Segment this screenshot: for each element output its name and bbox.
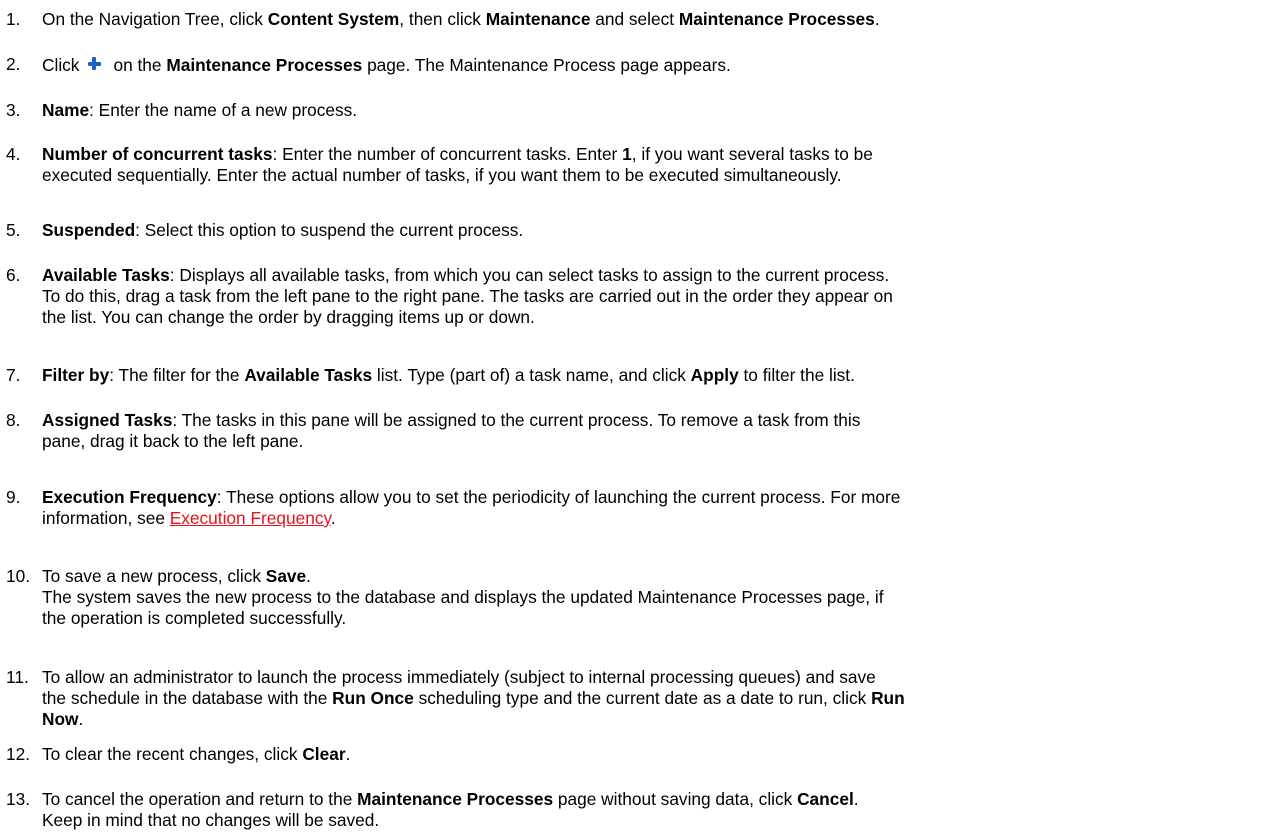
step-text: Suspended: Select this option to suspend…: [42, 220, 1267, 241]
bold-term: Assigned Tasks: [42, 410, 173, 430]
step-text-run: : Displays all available tasks, from whi…: [169, 265, 890, 285]
step-text: Assigned Tasks: The tasks in this pane w…: [42, 410, 1267, 452]
step-text-run: : The tasks in this pane will be assigne…: [172, 410, 861, 430]
bold-term: Filter by: [42, 365, 110, 385]
step-text: Execution Frequency: These options allow…: [42, 487, 1267, 529]
step-text: Filter by: The filter for the Available …: [42, 365, 1267, 386]
bold-term: Clear: [302, 744, 346, 764]
step-text-run: on the: [113, 55, 167, 75]
document-page: 1. On the Navigation Tree, click Content …: [0, 0, 1269, 839]
step-text-run: To do this, drag a task from the left pa…: [42, 286, 893, 306]
bold-term: Now: [42, 709, 79, 729]
step-number: 6.: [6, 265, 21, 285]
step-text-run: To allow an administrator to launch the …: [42, 667, 876, 687]
step-text-run: : The filter for the: [109, 365, 245, 385]
bold-term: Name: [42, 100, 90, 120]
step-text-run: , if you want several tasks to be: [631, 144, 873, 164]
step-text: Available Tasks: Displays all available …: [42, 265, 1267, 328]
bold-term: Execution Frequency: [42, 487, 217, 507]
step-number: 10.: [6, 566, 31, 586]
step-text-run: pane, drag it back to the left pane.: [42, 431, 304, 451]
step-text-run: To save a new process, click: [42, 566, 266, 586]
step-text-run: , then click: [399, 9, 486, 29]
step-text-run: To clear the recent changes, click: [42, 744, 303, 764]
step-text-run: Keep in mind that no changes will be sav…: [42, 810, 380, 830]
step-text-run: To cancel the operation and return to th…: [42, 789, 358, 809]
step-text-run: to filter the list.: [738, 365, 855, 385]
bold-term: Save: [265, 566, 307, 586]
step-number: 3.: [6, 100, 21, 120]
step-text-run: executed sequentially. Enter the actual …: [42, 165, 842, 185]
step-text-run: .: [874, 9, 880, 29]
bold-term: Suspended: [42, 220, 136, 240]
step-number: 13.: [6, 789, 31, 809]
bold-term: Cancel: [797, 789, 854, 809]
step-text-run: the list. You can change the order by dr…: [42, 307, 535, 327]
bold-term: Apply: [690, 365, 739, 385]
step-text: Number of concurrent tasks: Enter the nu…: [42, 144, 1267, 186]
step-text: To clear the recent changes, click Clear…: [42, 744, 1267, 765]
step-text: To cancel the operation and return to th…: [42, 789, 1267, 831]
step-text-run: .: [853, 789, 859, 809]
step-number: 1.: [6, 9, 21, 29]
bold-term: Run: [871, 688, 905, 708]
step-text-run: .: [306, 566, 311, 586]
execution-frequency-link[interactable]: Execution Frequency: [170, 508, 331, 528]
step-text-run: The system saves the new process to the …: [42, 587, 884, 607]
bold-term: Run Once: [332, 688, 414, 708]
step-text-run: .: [78, 709, 84, 729]
step-text-run: page. The Maintenance Process page appea…: [362, 55, 731, 75]
step-text-run: : These options allow you to set the per…: [216, 487, 901, 507]
step-text-run: Click: [42, 55, 80, 75]
step-number: 11.: [6, 667, 29, 687]
step-text-run: : Select this option to suspend the curr…: [135, 220, 524, 240]
bold-term: Maintenance Processes: [357, 789, 554, 809]
step-text-run: list. Type (part of) a task name, and cl…: [372, 365, 691, 385]
step-number: 8.: [6, 410, 21, 430]
plus-icon[interactable]: [84, 54, 104, 74]
step-text: To allow an administrator to launch the …: [42, 667, 1267, 730]
step-text-run: and select: [590, 9, 679, 29]
step-number: 4.: [6, 144, 21, 164]
step-text-run: the schedule in the database with the: [42, 688, 333, 708]
step-text: To save a new process, click Save. The sy…: [42, 566, 1267, 629]
step-text: On the Navigation Tree, click Content Sy…: [42, 9, 1267, 30]
bold-term: Maintenance Processes: [678, 9, 875, 29]
bold-term: Content System: [267, 9, 400, 29]
step-text-run: the operation is completed successfully.: [42, 608, 347, 628]
step-number: 7.: [6, 365, 21, 385]
step-number: 9.: [6, 487, 21, 507]
step-number: 12.: [6, 744, 31, 764]
step-text-run: information, see: [42, 508, 170, 528]
step-text-run: .: [345, 744, 351, 764]
step-text: Name: Enter the name of a new process.: [42, 100, 1267, 121]
step-number: 2.: [6, 54, 21, 74]
step-text-run: : Enter the number of concurrent tasks. …: [272, 144, 623, 164]
step-text-run: .: [330, 508, 336, 528]
bold-term: Number of concurrent tasks: [42, 144, 273, 164]
step-text-run: On the Navigation Tree, click: [42, 9, 268, 29]
step-text-run: scheduling type and the current date as …: [413, 688, 872, 708]
bold-term: Maintenance: [485, 9, 591, 29]
step-text-run: : Enter the name of a new process.: [89, 100, 358, 120]
bold-term: Maintenance Processes: [166, 55, 363, 75]
bold-term: Available Tasks: [42, 265, 170, 285]
step-text: Click on the Maintenance Processes page. …: [42, 54, 1267, 76]
step-text-run: page without saving data, click: [553, 789, 798, 809]
bold-term: 1: [622, 144, 632, 164]
bold-term: Available Tasks: [244, 365, 373, 385]
step-number: 5.: [6, 220, 21, 240]
